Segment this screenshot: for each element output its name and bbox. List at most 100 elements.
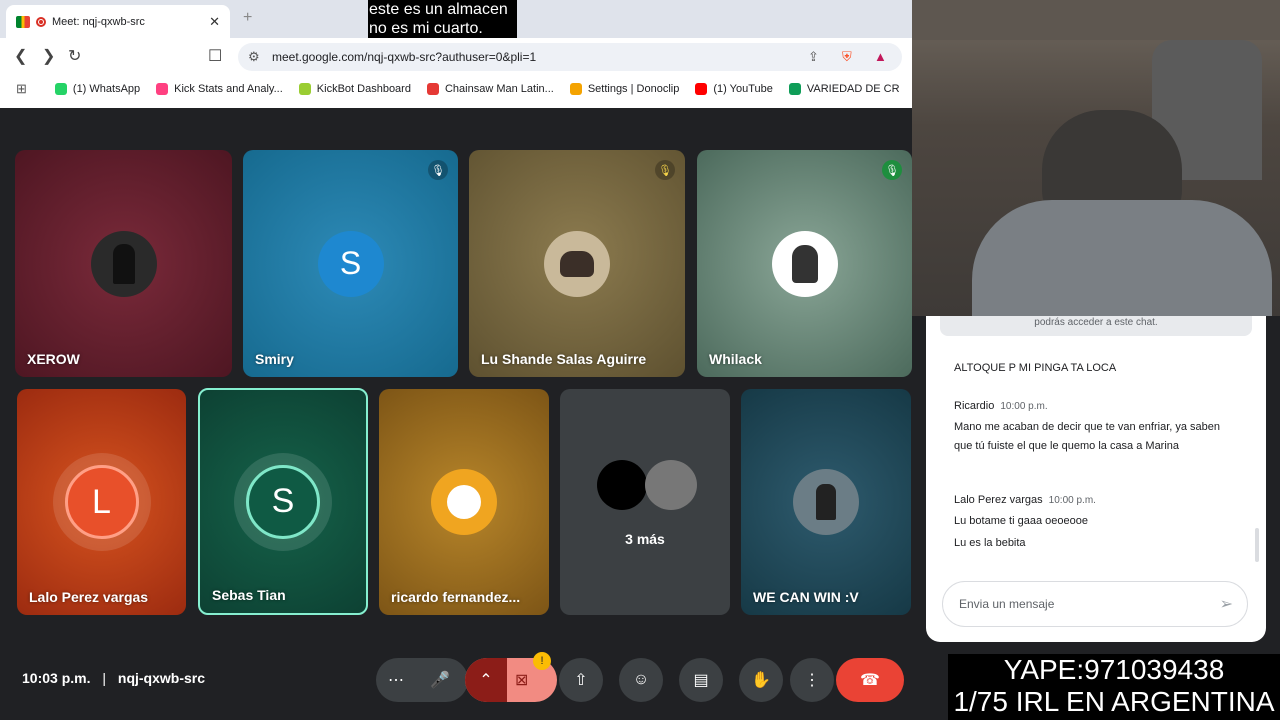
bookmark-label: Settings | Donoclip <box>587 83 680 95</box>
bookmark-label: VARIEDAD DE CR <box>806 83 900 95</box>
youtube-icon <box>695 83 708 95</box>
participant-tile[interactable]: L Lalo Perez vargas <box>17 389 186 615</box>
participant-name: XEROW <box>27 351 80 367</box>
whatsapp-icon <box>54 83 67 95</box>
participant-tile[interactable]: 🎙 S Smiry <box>243 150 458 377</box>
avatar <box>597 460 647 510</box>
chat-scrollbar[interactable] <box>1255 528 1259 562</box>
message-sender: Ricardio <box>954 400 995 412</box>
bookmark-label: Kick Stats and Analy... <box>174 83 283 95</box>
site-settings-icon[interactable]: ⚙ <box>248 49 260 65</box>
bookmark-donoclip[interactable]: Settings | Donoclip <box>569 83 680 95</box>
hand-icon: ✋ <box>751 672 771 689</box>
new-tab-icon[interactable]: + <box>243 9 252 27</box>
bookmark-variedad[interactable]: VARIEDAD DE CR <box>788 83 900 95</box>
chat-message: ALTOQUE P MI PINGA TA LOCA <box>954 359 1244 378</box>
captions-button[interactable]: ▤ <box>679 658 723 702</box>
camera-control: ⌃ ⊠ ! <box>465 652 557 702</box>
participant-name: Lalo Perez vargas <box>29 589 149 605</box>
participant-tile-active-speaker[interactable]: S Sebas Tian <box>198 388 368 615</box>
message-time: 10:00 p.m. <box>1048 495 1096 506</box>
meet-favicon-icon <box>16 15 30 28</box>
participant-name: Lu Shande Salas Aguirre <box>481 351 647 367</box>
address-bar[interactable]: ⚙ meet.google.com/nqj-qxwb-src?authuser=… <box>238 43 902 71</box>
browser-window: Meet: nqj-qxwb-src ✕ + este es un almace… <box>0 0 912 108</box>
avatar <box>645 460 697 510</box>
message-sender: Lalo Perez vargas <box>954 494 1043 506</box>
more-options-button[interactable]: ⋮ <box>790 658 834 702</box>
mic-muted-icon: 🎙 <box>655 160 675 180</box>
sheets-icon <box>788 83 801 95</box>
apps-grid-icon[interactable]: ⊞ <box>16 81 27 97</box>
message-text: Lu botame ti gaaa oeoeooe <box>954 515 1088 527</box>
bookmark-chainsaw[interactable]: Chainsaw Man Latin... <box>426 83 554 95</box>
avatar <box>771 230 838 297</box>
microphone-icon[interactable]: 🎤 <box>430 670 450 690</box>
participant-name: ricardo fernandez... <box>391 589 521 605</box>
avatar <box>544 230 610 297</box>
stream-title-line: 1/75 IRL EN ARGENTINA <box>953 686 1275 717</box>
present-icon: ⇧ <box>574 672 588 689</box>
bookmark-label: (1) WhatsApp <box>72 83 141 95</box>
close-tab-icon[interactable]: ✕ <box>209 14 220 30</box>
mic-control: ⋯ 🎤 <box>376 658 468 702</box>
send-icon[interactable]: ➢ <box>1220 594 1233 614</box>
camera-off-icon[interactable]: ⊠ <box>515 670 528 690</box>
bookmark-kick-stats[interactable]: Kick Stats and Analy... <box>156 83 283 95</box>
chat-input[interactable]: Envia un mensaje ➢ <box>942 581 1248 627</box>
meeting-info: 10:03 p.m. | nqj-qxwb-src <box>22 670 205 686</box>
warning-badge-icon: ! <box>533 652 551 670</box>
message-text: Lu es la bebita <box>954 537 1026 549</box>
reactions-button[interactable]: ☺ <box>619 658 663 702</box>
more-audio-options-icon[interactable]: ⋯ <box>388 670 404 690</box>
bookmark-kickbot[interactable]: KickBot Dashboard <box>298 83 411 95</box>
avatar: S <box>317 230 384 297</box>
avatar <box>90 230 157 297</box>
chat-message: Ricardio 10:00 p.m. Mano me acaban de dec… <box>954 396 1229 456</box>
raise-hand-button[interactable]: ✋ <box>739 658 783 702</box>
back-icon[interactable]: ❮ <box>14 46 27 66</box>
participant-name: Smiry <box>255 351 294 367</box>
participant-tile[interactable]: 🎙 Lu Shande Salas Aguirre <box>469 150 685 377</box>
chat-input-placeholder: Envia un mensaje <box>959 597 1055 611</box>
bookmark-label: KickBot Dashboard <box>316 83 411 95</box>
rewards-icon[interactable]: ▲ <box>874 49 887 64</box>
emoji-icon: ☺ <box>632 671 650 688</box>
meeting-controls-bar: 10:03 p.m. | nqj-qxwb-src ⋯ 🎤 ⌃ ⊠ ! ⇧ ☺ … <box>0 640 912 720</box>
camera-options-icon[interactable]: ⌃ <box>465 658 507 702</box>
participant-name: Sebas Tian <box>212 587 286 603</box>
kick-stats-icon <box>156 83 169 95</box>
person-body <box>972 200 1272 316</box>
share-icon[interactable]: ⇪ <box>808 49 819 65</box>
participant-tile[interactable]: 🎙 Whilack <box>697 150 912 377</box>
url-text: meet.google.com/nqj-qxwb-src?authuser=0&… <box>272 50 537 64</box>
participant-tile[interactable]: ricardo fernandez... <box>379 389 549 615</box>
avatar <box>793 469 859 535</box>
streamer-webcam <box>912 0 1280 316</box>
chat-message: Lalo Perez vargas 10:00 p.m. Lu botame ti… <box>954 490 1244 553</box>
reload-icon[interactable]: ↻ <box>68 46 81 66</box>
message-text: ALTOQUE P MI PINGA TA LOCA <box>954 362 1117 374</box>
message-time: 10:00 p.m. <box>1000 401 1048 412</box>
tab-title: Meet: nqj-qxwb-src <box>52 15 145 28</box>
participant-tile[interactable]: XEROW <box>15 150 232 377</box>
meeting-time: 10:03 p.m. <box>22 670 91 686</box>
donation-line: YAPE:971039438 <box>1003 654 1225 685</box>
bookmark-icon[interactable]: ☐ <box>208 46 222 66</box>
brave-shield-icon[interactable]: ⛨ <box>842 49 852 65</box>
participant-tile[interactable]: WE CAN WIN :V <box>741 389 911 615</box>
recording-icon <box>36 16 46 27</box>
separator: | <box>102 670 107 686</box>
bookmark-whatsapp[interactable]: (1) WhatsApp <box>54 83 141 95</box>
leave-call-button[interactable]: ☎ <box>836 658 904 702</box>
present-screen-button[interactable]: ⇧ <box>559 658 603 702</box>
avatar <box>431 469 497 535</box>
shelf <box>912 0 1280 40</box>
bookmark-youtube[interactable]: (1) YouTube <box>695 83 773 95</box>
donoclip-icon <box>569 83 582 95</box>
tab-meet[interactable]: Meet: nqj-qxwb-src ✕ <box>6 5 230 38</box>
more-participants-tile[interactable]: 3 más <box>560 389 730 615</box>
forward-icon[interactable]: ❯ <box>42 46 55 66</box>
chat-notice: podrás acceder a este chat. <box>940 316 1252 336</box>
avatar: L <box>64 465 139 539</box>
